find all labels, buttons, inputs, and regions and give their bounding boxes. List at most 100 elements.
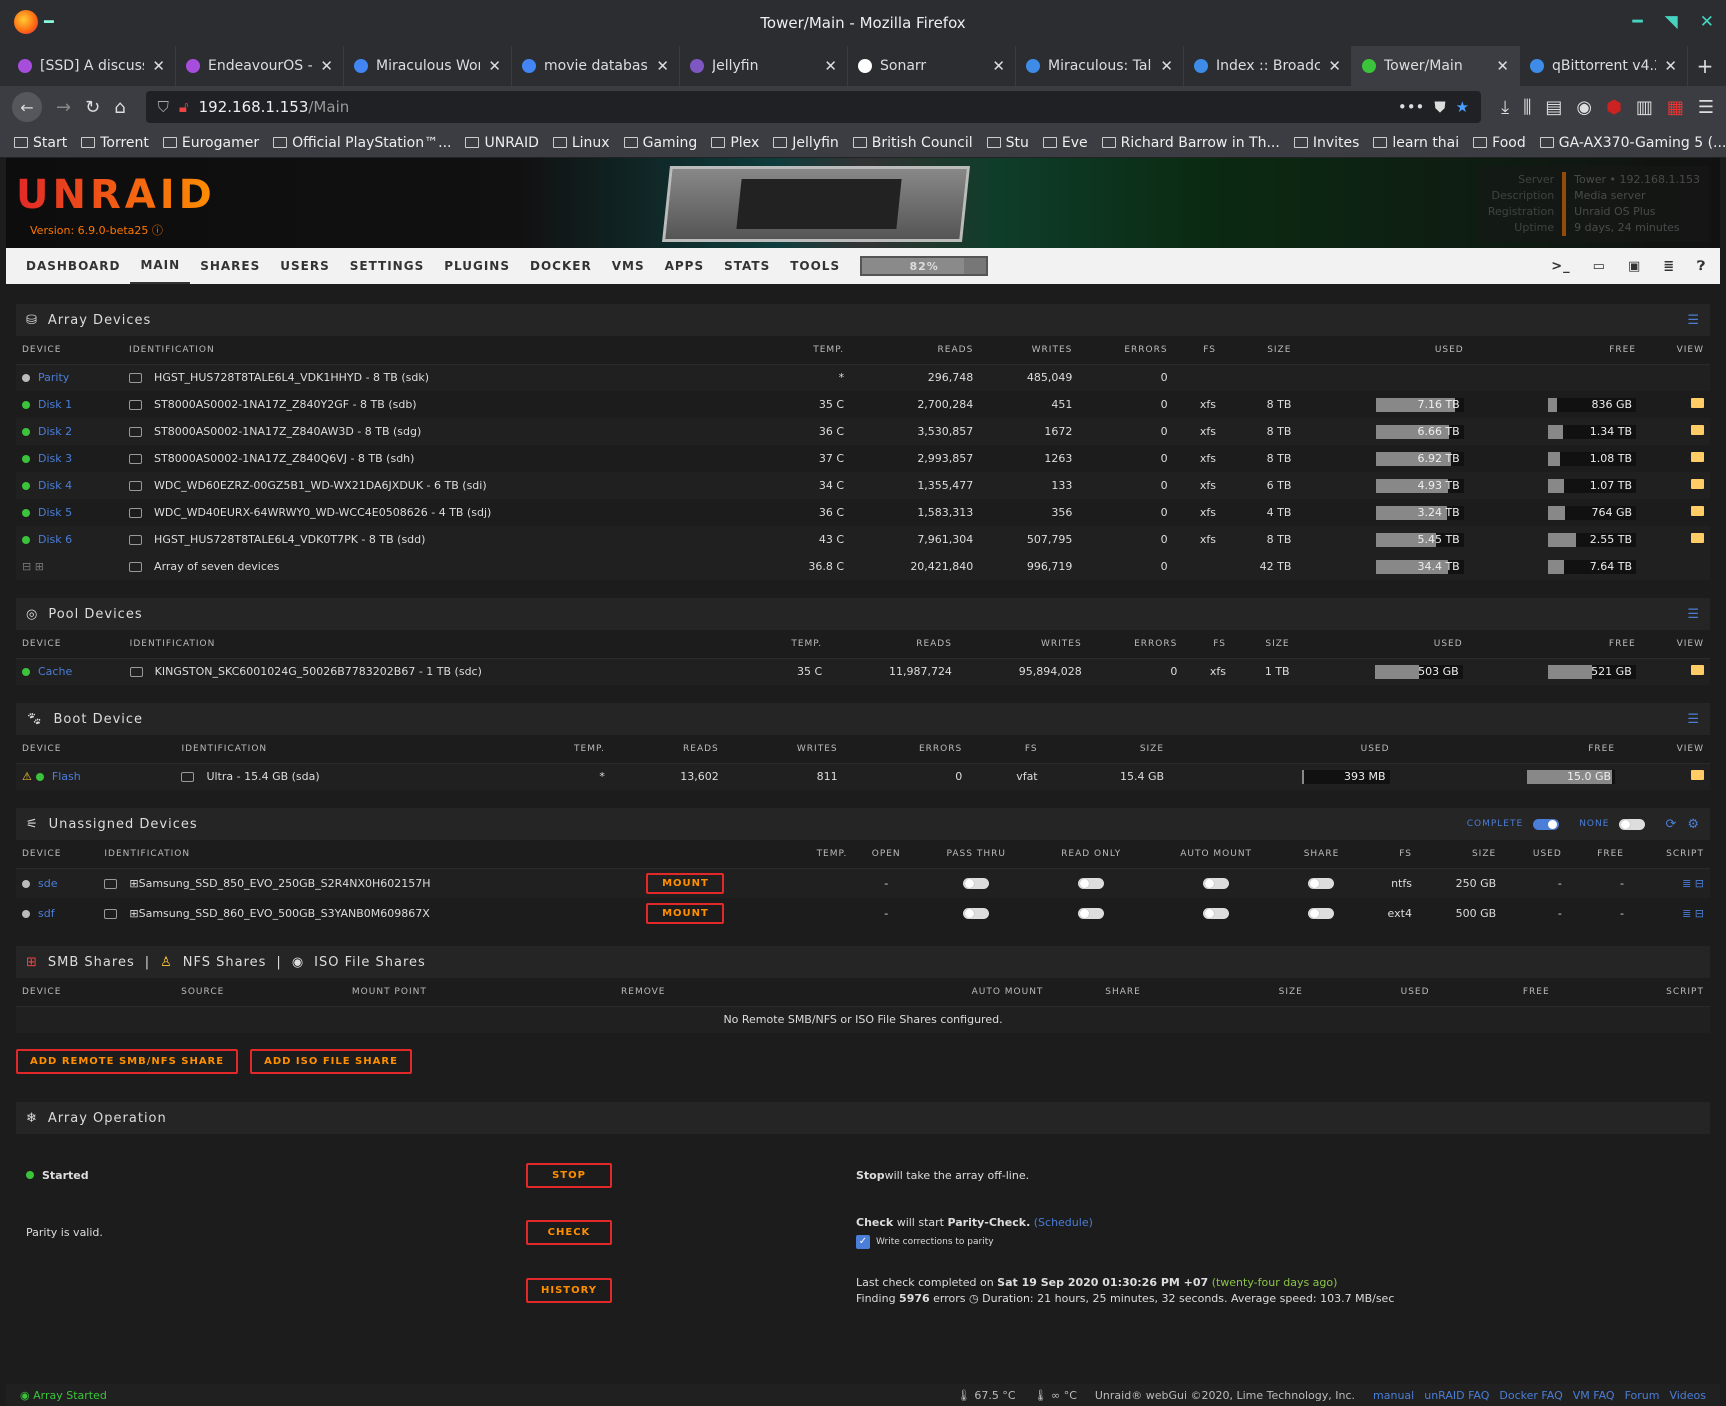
expand-plus-icon[interactable]: ⊞ <box>129 877 138 890</box>
device-link[interactable]: Disk 4 <box>38 479 72 492</box>
mount-button[interactable]: MOUNT <box>646 902 725 924</box>
check-button[interactable]: CHECK <box>526 1219 612 1245</box>
home-icon[interactable]: ⌂ <box>114 97 125 118</box>
drive-icon[interactable] <box>104 878 118 889</box>
iso-shares-tab[interactable]: ISO File Shares <box>314 955 426 970</box>
drive-icon[interactable] <box>181 772 195 783</box>
sidebar-icon[interactable]: ▤ <box>1545 97 1562 118</box>
footer-link-vm-faq[interactable]: VM FAQ <box>1573 1389 1615 1402</box>
drive-icon[interactable] <box>129 481 143 491</box>
browse-folder-icon[interactable] <box>1691 398 1704 408</box>
menu-docker[interactable]: DOCKER <box>520 248 602 284</box>
tab-2[interactable]: Miraculous Worl ✕ <box>344 46 512 86</box>
terminal-icon[interactable]: >_ <box>1551 259 1570 274</box>
nfs-shares-tab[interactable]: NFS Shares <box>183 955 267 970</box>
bookmark-item[interactable]: Food <box>1473 135 1526 151</box>
hamburger-menu-icon[interactable]: ☰ <box>1698 97 1714 118</box>
history-button[interactable]: HISTORY <box>526 1277 612 1303</box>
bookmark-item[interactable]: Gaming <box>623 135 697 151</box>
tab-6[interactable]: Miraculous: Tales ✕ <box>1016 46 1184 86</box>
tab-close-icon[interactable]: ✕ <box>656 57 669 75</box>
tab-9[interactable]: qBittorrent v4.2.5 ✕ <box>1520 46 1688 86</box>
browse-folder-icon[interactable] <box>1691 533 1704 543</box>
menu-stats[interactable]: STATS <box>714 248 780 284</box>
ublock-icon[interactable]: ⬢ <box>1606 97 1622 118</box>
tab-4[interactable]: Jellyfin ✕ <box>680 46 848 86</box>
account-icon[interactable]: ◉ <box>1576 97 1592 118</box>
pass-thru-toggle[interactable] <box>963 908 990 919</box>
device-link[interactable]: Disk 2 <box>38 425 72 438</box>
list-view-icon[interactable]: ☰ <box>1687 607 1700 622</box>
tab-close-icon[interactable]: ✕ <box>488 57 501 75</box>
none-toggle[interactable] <box>1619 818 1646 830</box>
bookmark-item[interactable]: Eurogamer <box>162 135 259 151</box>
share-toggle[interactable] <box>1308 908 1335 919</box>
library-icon[interactable]: ⫼ <box>1523 97 1531 118</box>
new-tab-icon[interactable]: + <box>1688 46 1722 86</box>
pass-thru-toggle[interactable] <box>963 878 990 890</box>
maximize-icon[interactable]: ◥ <box>1665 12 1678 32</box>
mount-button[interactable]: MOUNT <box>646 872 725 894</box>
tab-7[interactable]: Index :: Broadcas ✕ <box>1184 46 1352 86</box>
bookmark-item[interactable]: learn thai <box>1373 135 1459 151</box>
browse-folder-icon[interactable] <box>1691 425 1704 435</box>
menu-vms[interactable]: VMS <box>602 248 655 284</box>
tab-close-icon[interactable]: ✕ <box>152 57 165 75</box>
menu-settings[interactable]: SETTINGS <box>340 248 435 284</box>
menu-shares[interactable]: SHARES <box>190 248 270 284</box>
settings-gear-icon[interactable]: ⚙ <box>1687 817 1700 832</box>
add-iso-share-button[interactable]: ADD ISO FILE SHARE <box>250 1049 412 1074</box>
bookmark-item[interactable]: Linux <box>552 135 610 151</box>
footer-link-unraid-faq[interactable]: unRAID FAQ <box>1424 1389 1489 1402</box>
window-menu-icon[interactable]: ━ <box>44 12 54 31</box>
bookmark-star-icon[interactable]: ★ <box>1456 98 1469 116</box>
share-toggle[interactable] <box>1308 878 1335 890</box>
list-view-icon[interactable]: ☰ <box>1687 712 1700 727</box>
tab-1[interactable]: EndeavourOS - A ✕ <box>176 46 344 86</box>
page-actions-icon[interactable]: ••• <box>1398 98 1425 116</box>
info-monitor-icon[interactable]: ▣ <box>1628 259 1641 274</box>
menu-users[interactable]: USERS <box>270 248 339 284</box>
bookmark-item[interactable]: Official PlayStation™... <box>273 135 451 151</box>
expand-plus-icon[interactable]: ⊞ <box>129 907 138 920</box>
shield-icon[interactable]: ⛉ <box>158 98 169 116</box>
device-link[interactable]: Disk 3 <box>38 452 72 465</box>
drive-icon[interactable] <box>104 908 118 919</box>
script-edit-icon[interactable]: ≣ ⊟ <box>1682 907 1704 920</box>
pocket-icon[interactable]: ⛊ <box>1434 98 1445 116</box>
drive-icon[interactable] <box>129 427 143 437</box>
url-bar[interactable]: ⛉ 🔓︎ 192.168.1.153/Main ••• ⛊ ★ <box>145 91 1482 123</box>
bookmark-item[interactable]: Torrent <box>81 135 149 151</box>
drive-icon[interactable] <box>129 373 143 384</box>
tab-close-icon[interactable]: ✕ <box>824 57 837 75</box>
read-only-toggle[interactable] <box>1078 908 1105 919</box>
drive-icon[interactable] <box>129 508 143 518</box>
tab-close-icon[interactable]: ✕ <box>1496 57 1509 75</box>
menu-main[interactable]: MAIN <box>130 248 191 284</box>
add-remote-share-button[interactable]: ADD REMOTE SMB/NFS SHARE <box>16 1049 239 1074</box>
footer-link-forum[interactable]: Forum <box>1625 1389 1660 1402</box>
back-icon[interactable]: ← <box>12 92 42 122</box>
bookmark-item[interactable]: Plex <box>711 135 759 151</box>
smb-shares-tab[interactable]: SMB Shares <box>48 955 135 970</box>
tab-close-icon[interactable]: ✕ <box>1328 57 1341 75</box>
device-link[interactable]: sde <box>38 877 57 890</box>
read-only-toggle[interactable] <box>1078 878 1105 890</box>
device-link[interactable]: Disk 1 <box>38 398 72 411</box>
browse-folder-icon[interactable] <box>1691 479 1704 489</box>
browse-folder-icon[interactable] <box>1691 770 1704 781</box>
footer-link-videos[interactable]: Videos <box>1669 1389 1706 1402</box>
bookmark-item[interactable]: GA-AX370-Gaming 5 (... <box>1539 135 1726 151</box>
help-icon[interactable]: ❓︎ <box>1697 259 1706 274</box>
device-link[interactable]: Disk 6 <box>38 533 72 546</box>
schedule-link[interactable]: (Schedule) <box>1034 1216 1093 1229</box>
device-link[interactable]: sdf <box>38 907 55 920</box>
footer-link-manual[interactable]: manual <box>1373 1389 1414 1402</box>
forward-icon[interactable]: → <box>56 97 71 118</box>
tab-3[interactable]: movie database a ✕ <box>512 46 680 86</box>
menu-dashboard[interactable]: DASHBOARD <box>16 248 130 284</box>
drive-icon[interactable] <box>129 535 143 545</box>
complete-toggle[interactable] <box>1533 818 1560 830</box>
drive-icon[interactable] <box>129 454 143 464</box>
reload-icon[interactable]: ↻ <box>85 97 100 118</box>
